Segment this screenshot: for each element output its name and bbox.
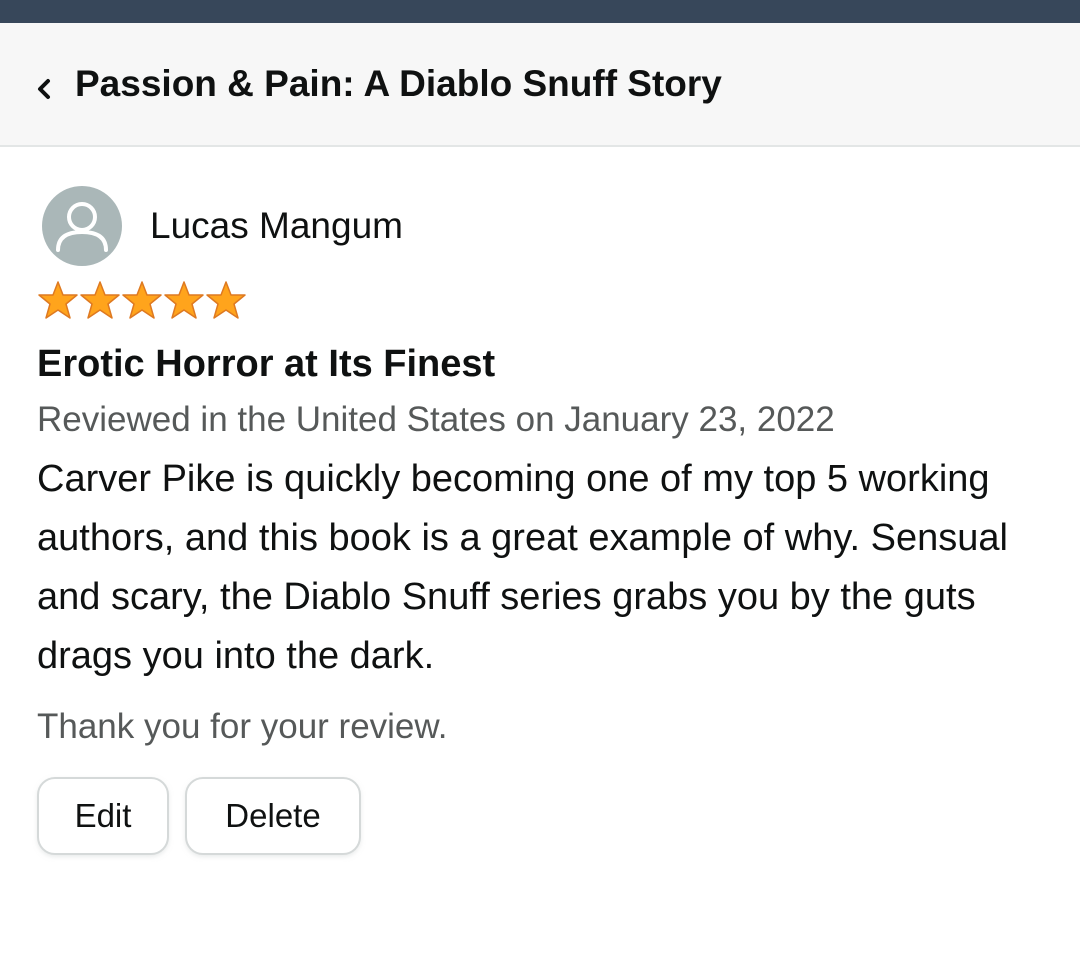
- avatar: [42, 186, 122, 266]
- back-button[interactable]: [30, 69, 60, 109]
- review-date: Reviewed in the United States on January…: [37, 400, 835, 439]
- page-header: Passion & Pain: A Diablo Snuff Story: [0, 23, 1080, 147]
- review-body: Carver Pike is quickly becoming one of m…: [37, 458, 1008, 677]
- star-rating: [37, 280, 247, 320]
- star-icon: [80, 281, 120, 319]
- status-bar: [0, 0, 1080, 23]
- thank-you-message: Thank you for your review.: [37, 707, 448, 746]
- star-icon: [164, 281, 204, 319]
- star-icon: [122, 281, 162, 319]
- chevron-left-icon: [38, 79, 50, 99]
- reviewer-name: Lucas Mangum: [150, 205, 403, 246]
- review-title: Erotic Horror at Its Finest: [37, 343, 496, 385]
- user-icon: [56, 202, 108, 252]
- page-title: Passion & Pain: A Diablo Snuff Story: [75, 63, 722, 104]
- edit-button[interactable]: Edit: [37, 777, 169, 855]
- star-icon: [38, 281, 78, 319]
- star-icon: [206, 281, 246, 319]
- delete-button[interactable]: Delete: [185, 777, 361, 855]
